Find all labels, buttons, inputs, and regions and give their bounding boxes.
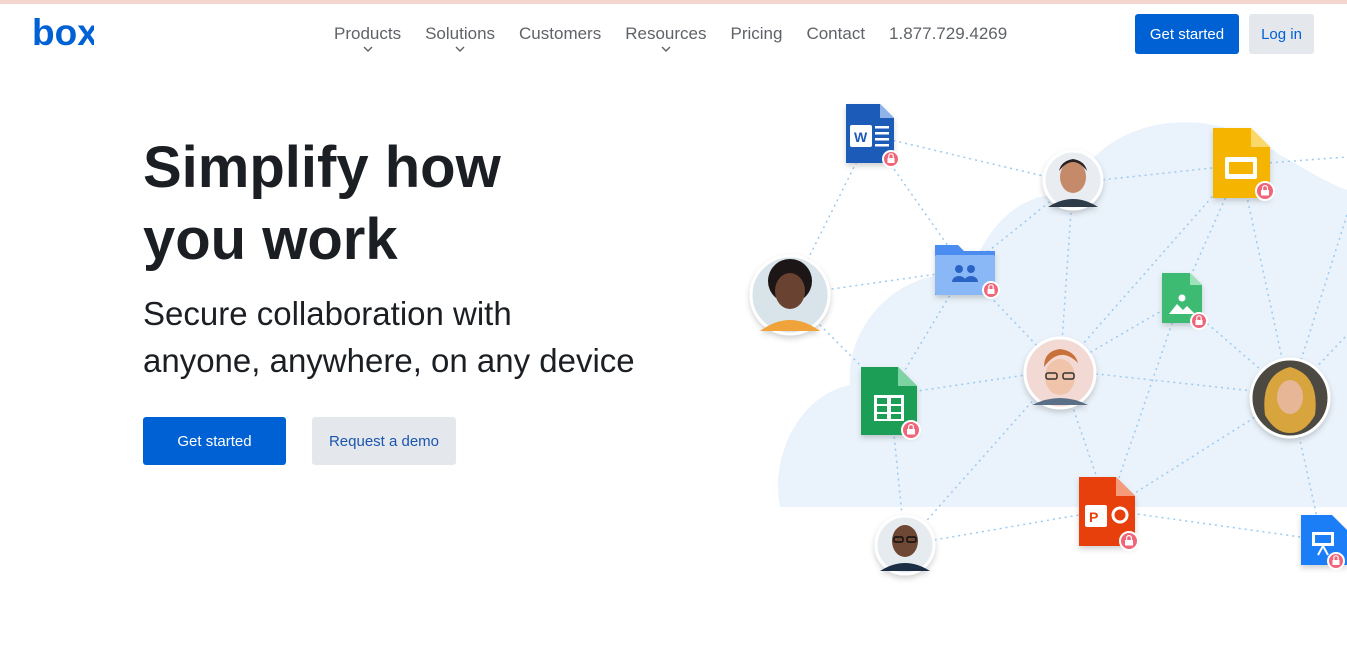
login-button[interactable]: Log in: [1249, 14, 1314, 54]
svg-text:P: P: [1089, 509, 1098, 525]
nav-resources-label: Resources: [625, 24, 707, 43]
nav-contact-label: Contact: [806, 24, 866, 43]
lock-icon: [1190, 312, 1208, 330]
avatar-man-bottom: [874, 514, 936, 576]
hero-title: Simplify how you work: [143, 132, 663, 276]
hero-subtitle-line-2: anyone, anywhere, on any device: [143, 342, 635, 379]
hero-get-started-button[interactable]: Get started: [143, 417, 286, 465]
avatar-man-center: [1023, 336, 1097, 410]
lock-icon: [1327, 552, 1345, 570]
nav-solutions[interactable]: Solutions: [425, 24, 495, 54]
avatar-man-top: [1042, 149, 1104, 211]
nav-products-label: Products: [334, 24, 402, 43]
avatar-woman-left: [749, 254, 831, 336]
svg-text:W: W: [854, 129, 868, 145]
lock-icon: [1255, 181, 1275, 201]
hero-subtitle: Secure collaboration with anyone, anywhe…: [143, 290, 703, 384]
hero-title-line-2: you work: [143, 207, 398, 272]
lock-icon: [882, 150, 900, 168]
avatar-woman-right: [1249, 357, 1331, 439]
nav-phone-number[interactable]: 1.877.729.4269: [889, 24, 1007, 54]
header-get-started-button[interactable]: Get started: [1135, 14, 1239, 54]
chevron-down-icon: [661, 46, 671, 52]
main-nav: Products Solutions Customers Resources P…: [334, 24, 1007, 54]
nav-pricing-label: Pricing: [730, 24, 783, 43]
nav-customers-label: Customers: [519, 24, 602, 43]
request-demo-button[interactable]: Request a demo: [312, 417, 456, 465]
hero-subtitle-line-1: Secure collaboration with: [143, 295, 512, 332]
svg-text:box: box: [32, 15, 94, 51]
box-logo[interactable]: box: [32, 15, 94, 51]
top-accent-line: [0, 0, 1347, 4]
hero-title-line-1: Simplify how: [143, 135, 501, 200]
nav-customers[interactable]: Customers: [519, 24, 601, 54]
lock-icon: [901, 420, 921, 440]
chevron-down-icon: [363, 46, 373, 52]
chevron-down-icon: [455, 46, 465, 52]
nav-pricing[interactable]: Pricing: [730, 24, 782, 54]
nav-contact[interactable]: Contact: [806, 24, 865, 54]
nav-solutions-label: Solutions: [425, 24, 496, 43]
collaboration-illustration: W P: [749, 104, 1347, 576]
lock-icon: [1119, 531, 1139, 551]
lock-icon: [982, 281, 1000, 299]
nav-products[interactable]: Products: [334, 24, 401, 54]
nav-resources[interactable]: Resources: [625, 24, 706, 54]
